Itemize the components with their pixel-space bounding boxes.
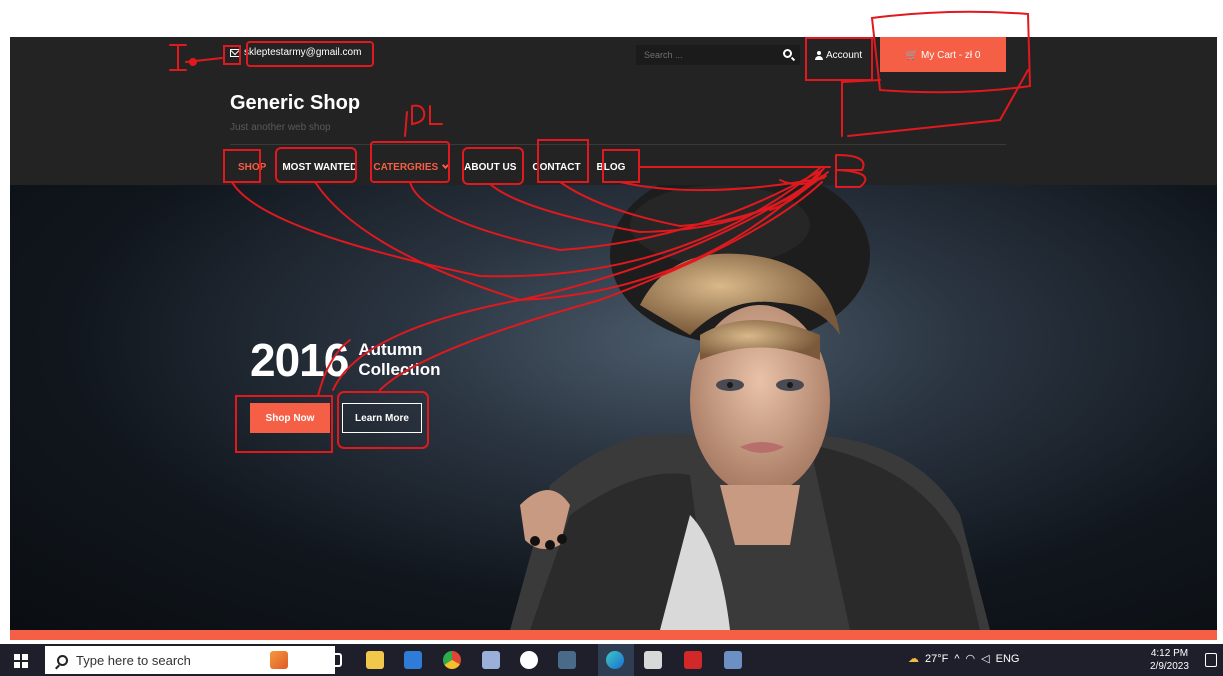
screen: skleptestarmy@gmail.com Account 🛒 My Car… [0, 0, 1223, 676]
nav-item-categories-label: CATERGRIES [373, 162, 439, 173]
taskbar-clock[interactable]: 4:12 PM 2/9/2023 [1150, 647, 1189, 673]
taskbar-search[interactable]: Type here to search [45, 646, 335, 674]
search-input[interactable] [636, 45, 776, 65]
network-icon[interactable]: ◠ [966, 652, 976, 665]
hero-collection-line1: Autumn [358, 340, 423, 359]
edge-icon[interactable] [606, 651, 624, 669]
clock-time: 4:12 PM [1150, 648, 1189, 659]
acrobat-icon[interactable] [684, 651, 702, 669]
nav-item-categories[interactable]: CATERGRIES [365, 156, 456, 179]
nav-item-blog[interactable]: BLOG [589, 156, 634, 179]
hero-banner: 2016 Autumn Collection Shop Now Learn Mo… [10, 185, 1217, 630]
news-icon[interactable] [270, 651, 288, 669]
browser-page: skleptestarmy@gmail.com Account 🛒 My Car… [10, 37, 1217, 640]
hero-collection: Autumn Collection [358, 340, 440, 380]
volume-icon[interactable]: ◁ [981, 652, 989, 665]
nav-item-contact[interactable]: CONTACT [524, 156, 588, 179]
calculator-icon[interactable] [558, 651, 576, 669]
search-box[interactable] [636, 45, 800, 65]
footer-accent-bar [10, 630, 1217, 640]
top-bar: skleptestarmy@gmail.com Account 🛒 My Car… [10, 37, 1217, 74]
cart-button[interactable]: 🛒 My Cart - zł 0 [880, 37, 1006, 74]
hero-model-image [510, 185, 990, 630]
chevron-up-icon[interactable]: ^ [954, 653, 959, 665]
envelope-icon [230, 48, 240, 57]
store-icon[interactable] [404, 651, 422, 669]
windows-taskbar: Type here to search ☁ 27°F ^ ◠ ◁ ENG 4:1… [0, 644, 1223, 676]
site-title[interactable]: Generic Shop [230, 92, 360, 115]
learn-more-button[interactable]: Learn More [342, 403, 422, 433]
slack-icon[interactable] [520, 651, 538, 669]
search-icon[interactable] [783, 49, 792, 58]
hero-year: 2016 [250, 334, 349, 386]
task-view-icon[interactable] [328, 653, 342, 667]
paint-icon[interactable] [482, 651, 500, 669]
chevron-down-icon [442, 161, 450, 170]
site-header: Generic Shop Just another web shop SHOP … [10, 72, 1217, 185]
file-explorer-icon[interactable] [366, 651, 384, 669]
taskbar-search-icon [57, 654, 68, 666]
clock-date: 2/9/2023 [1150, 661, 1189, 672]
system-tray: ☁ 27°F ^ ◠ ◁ ENG [908, 652, 1020, 666]
nav-item-most-wanted[interactable]: MOST WANTED [274, 156, 365, 179]
chrome-icon[interactable] [443, 651, 461, 669]
notification-icon[interactable] [1205, 653, 1217, 667]
windows-start-icon[interactable] [14, 654, 28, 668]
site-tagline: Just another web shop [230, 122, 331, 133]
cart-label: My Cart - zł 0 [921, 50, 981, 61]
image-viewer-icon[interactable] [724, 651, 742, 669]
shop-now-button[interactable]: Shop Now [250, 403, 330, 433]
taskbar-search-text: Type here to search [76, 652, 191, 668]
user-icon [815, 50, 823, 60]
app-icon[interactable] [644, 651, 662, 669]
header-divider [230, 144, 1006, 145]
account-link[interactable]: Account [807, 43, 870, 67]
weather-temp[interactable]: 27°F [925, 653, 948, 665]
nav-item-about-us[interactable]: ABOUT US [456, 156, 524, 179]
hero-title: 2016 Autumn Collection [250, 333, 441, 387]
hero-collection-line2: Collection [358, 360, 441, 379]
email-text: skleptestarmy@gmail.com [244, 47, 362, 58]
email-link[interactable]: skleptestarmy@gmail.com [230, 47, 361, 58]
weather-icon[interactable]: ☁ [908, 652, 919, 665]
language-label[interactable]: ENG [996, 653, 1020, 665]
cart-icon: 🛒 [905, 50, 918, 61]
nav-item-shop[interactable]: SHOP [230, 156, 274, 179]
main-nav: SHOP MOST WANTED CATERGRIES ABOUT US CON… [230, 156, 633, 179]
account-label: Account [826, 49, 863, 61]
